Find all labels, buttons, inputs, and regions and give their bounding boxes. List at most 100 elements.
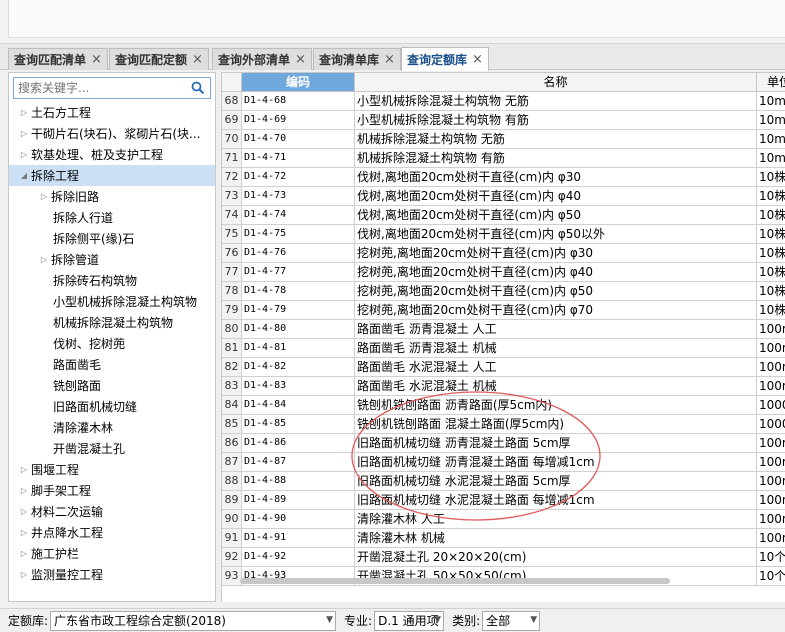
tree-item[interactable]: ▷ 软基处理、桩及支护工程 bbox=[9, 144, 215, 165]
table-row[interactable]: 70D1-4-70机械拆除混凝土构筑物 无筋10m3 bbox=[222, 130, 785, 149]
collapsed-arrow-icon[interactable]: ▷ bbox=[17, 528, 31, 537]
table-row[interactable]: 91D1-4-91清除灌木林 机械100m2 bbox=[222, 529, 785, 548]
table-row[interactable]: 78 D1-4-78 挖树蔸,离地面20cm处树干直径(cm)内 φ50 10株 bbox=[222, 282, 785, 301]
category-sidebar: ▷土石方工程▷干砌片石(块石)、浆砌片石(块...▷软基处理、桩及支护工程◢拆除… bbox=[8, 72, 216, 602]
tree-item[interactable]: 铣刨路面 bbox=[9, 375, 215, 396]
table-row[interactable]: 76 D1-4-76 挖树蔸,离地面20cm处树干直径(cm)内 φ30 10株 bbox=[222, 244, 785, 263]
code-cell: D1-4-85 bbox=[242, 415, 355, 434]
search-icon[interactable] bbox=[190, 80, 206, 96]
tree-item[interactable]: ▷ 拆除管道 bbox=[9, 249, 215, 270]
tab-1[interactable]: 查询匹配清单 × bbox=[8, 48, 108, 70]
unit-cell: 10m3 bbox=[757, 111, 785, 130]
table-row[interactable]: 88D1-4-88旧路面机械切缝 水泥混凝土路面 5cm厚100m bbox=[222, 472, 785, 491]
table-row[interactable]: 69D1-4-69小型机械拆除混凝土构筑物 有筋10m3 bbox=[222, 111, 785, 130]
tree-item[interactable]: ▷ 干砌片石(块石)、浆砌片石(块... bbox=[9, 123, 215, 144]
table-row[interactable]: 72 D1-4-72 伐树,离地面20cm处树干直径(cm)内 φ30 10株 bbox=[222, 168, 785, 187]
chevron-down-icon[interactable]: ▼ bbox=[530, 615, 537, 625]
collapsed-arrow-icon[interactable]: ▷ bbox=[17, 465, 31, 474]
collapsed-arrow-icon[interactable]: ▷ bbox=[37, 255, 51, 264]
collapsed-arrow-icon[interactable]: ▷ bbox=[37, 192, 51, 201]
expanded-arrow-icon[interactable]: ◢ bbox=[17, 171, 31, 180]
tree-item-label: 开凿混凝土孔 bbox=[53, 442, 126, 456]
tree-item[interactable]: 拆除砖石构筑物 bbox=[9, 270, 215, 291]
collapsed-arrow-icon[interactable]: ▷ bbox=[17, 570, 31, 579]
tree-item[interactable]: ▷ 材料二次运输 bbox=[9, 501, 215, 522]
collapsed-arrow-icon[interactable]: ▷ bbox=[17, 486, 31, 495]
collapsed-arrow-icon[interactable]: ▷ bbox=[17, 549, 31, 558]
table-row[interactable]: 80D1-4-80路面凿毛 沥青混凝土 人工100m2 bbox=[222, 320, 785, 339]
code-cell: D1-4-90 bbox=[242, 510, 355, 529]
unit-cell: 100m bbox=[757, 453, 785, 472]
tree-item[interactable]: ▷ 土石方工程 bbox=[9, 102, 215, 123]
horizontal-scrollbar[interactable] bbox=[240, 578, 670, 584]
table-row[interactable]: 90D1-4-90清除灌木林 人工100m2 bbox=[222, 510, 785, 529]
table-row[interactable]: 84D1-4-84铣刨机铣刨路面 沥青路面(厚5cm内)1000m2 bbox=[222, 396, 785, 415]
tree-item[interactable]: ▷ 围堰工程 bbox=[9, 459, 215, 480]
close-icon[interactable]: × bbox=[384, 52, 395, 67]
search-input[interactable] bbox=[14, 78, 184, 98]
library-select[interactable]: 广东省市政工程综合定额(2018) ▼ bbox=[50, 610, 337, 631]
tree-item[interactable]: 路面凿毛 bbox=[9, 354, 215, 375]
tree-item[interactable]: ◢ 拆除工程 bbox=[9, 165, 215, 186]
tree-item[interactable]: ▷ 施工护栏 bbox=[9, 543, 215, 564]
unit-cell: 10株 bbox=[757, 282, 785, 301]
tab-5[interactable]: 查询定额库 × bbox=[401, 47, 489, 71]
tree-item[interactable]: 拆除侧平(缘)石 bbox=[9, 228, 215, 249]
header-unit[interactable]: 单位 bbox=[757, 73, 785, 92]
collapsed-arrow-icon[interactable]: ▷ bbox=[17, 108, 31, 117]
tree-item[interactable]: 拆除人行道 bbox=[9, 207, 215, 228]
table-row[interactable]: 86D1-4-86旧路面机械切缝 沥青混凝土路面 5cm厚100m bbox=[222, 434, 785, 453]
library-label: 定额库: bbox=[8, 614, 49, 628]
table-row[interactable]: 89D1-4-89旧路面机械切缝 水泥混凝土路面 每增减1cm100m bbox=[222, 491, 785, 510]
tree-item-label: 拆除砖石构筑物 bbox=[53, 274, 138, 288]
tree-item[interactable]: ▷ 监测量控工程 bbox=[9, 564, 215, 585]
tab-3[interactable]: 查询外部清单 × bbox=[212, 48, 312, 70]
toolbar-panel bbox=[8, 0, 785, 38]
row-number: 81 bbox=[222, 339, 242, 358]
table-row[interactable]: 75 D1-4-75 伐树,离地面20cm处树干直径(cm)内 φ50以外 10株 bbox=[222, 225, 785, 244]
table-row[interactable]: 73 D1-4-73 伐树,离地面20cm处树干直径(cm)内 φ40 10株 bbox=[222, 187, 785, 206]
tree-item[interactable]: 开凿混凝土孔 bbox=[9, 438, 215, 459]
table-row[interactable]: 92 D1-4-92 开凿混凝土孔 20×20×20(cm) 10个 bbox=[222, 548, 785, 567]
tree-item[interactable]: 清除灌木林 bbox=[9, 417, 215, 438]
table-row[interactable]: 71D1-4-71机械拆除混凝土构筑物 有筋10m3 bbox=[222, 149, 785, 168]
code-cell: D1-4-70 bbox=[242, 130, 355, 149]
tree-item[interactable]: ▷ 井点降水工程 bbox=[9, 522, 215, 543]
category-select[interactable]: 全部 ▼ bbox=[482, 610, 541, 631]
chevron-down-icon[interactable]: ▼ bbox=[326, 615, 333, 625]
table-row[interactable]: 85D1-4-85铣刨机铣刨路面 混凝土路面(厚5cm内)1000m2 bbox=[222, 415, 785, 434]
tree-item[interactable]: 旧路面机械切缝 bbox=[9, 396, 215, 417]
specialty-select[interactable]: D.1 通用项 ▼ bbox=[374, 610, 445, 631]
table-row[interactable]: 82D1-4-82路面凿毛 水泥混凝土 人工100m2 bbox=[222, 358, 785, 377]
header-name[interactable]: 名称 bbox=[355, 73, 757, 92]
header-code[interactable]: 编码 bbox=[242, 73, 355, 92]
table-row[interactable]: 81D1-4-81路面凿毛 沥青混凝土 机械100m2 bbox=[222, 339, 785, 358]
unit-cell: 10m3 bbox=[757, 149, 785, 168]
tree-item[interactable]: 伐树、挖树蔸 bbox=[9, 333, 215, 354]
tree-item-label: 小型机械拆除混凝土构筑物 bbox=[53, 295, 198, 309]
table-row[interactable]: 68D1-4-68小型机械拆除混凝土构筑物 无筋10m3 bbox=[222, 92, 785, 111]
table-row[interactable]: 83D1-4-83路面凿毛 水泥混凝土 机械100m2 bbox=[222, 377, 785, 396]
unit-cell: 10m3 bbox=[757, 130, 785, 149]
collapsed-arrow-icon[interactable]: ▷ bbox=[17, 507, 31, 516]
close-icon[interactable]: × bbox=[472, 52, 483, 67]
table-row[interactable]: 77 D1-4-77 挖树蔸,离地面20cm处树干直径(cm)内 φ40 10株 bbox=[222, 263, 785, 282]
table-row[interactable]: 87D1-4-87旧路面机械切缝 沥青混凝土路面 每增减1cm100m bbox=[222, 453, 785, 472]
tree-item-label: 拆除工程 bbox=[31, 169, 80, 183]
table-row[interactable]: 74 D1-4-74 伐树,离地面20cm处树干直径(cm)内 φ50 10株 bbox=[222, 206, 785, 225]
chevron-down-icon[interactable]: ▼ bbox=[434, 615, 441, 625]
tab-4[interactable]: 查询清单库 × bbox=[313, 48, 401, 70]
collapsed-arrow-icon[interactable]: ▷ bbox=[17, 129, 31, 138]
tab-label: 查询定额库 bbox=[407, 53, 468, 67]
search-box[interactable] bbox=[13, 77, 211, 99]
table-row[interactable]: 79 D1-4-79 挖树蔸,离地面20cm处树干直径(cm)内 φ70 10株 bbox=[222, 301, 785, 320]
close-icon[interactable]: × bbox=[295, 52, 306, 67]
close-icon[interactable]: × bbox=[192, 52, 203, 67]
collapsed-arrow-icon[interactable]: ▷ bbox=[17, 150, 31, 159]
tree-item[interactable]: ▷ 脚手架工程 bbox=[9, 480, 215, 501]
tab-2[interactable]: 查询匹配定额 × bbox=[109, 48, 209, 70]
tree-item[interactable]: 机械拆除混凝土构筑物 bbox=[9, 312, 215, 333]
tree-item[interactable]: 小型机械拆除混凝土构筑物 bbox=[9, 291, 215, 312]
close-icon[interactable]: × bbox=[91, 52, 102, 67]
tree-item[interactable]: ▷ 拆除旧路 bbox=[9, 186, 215, 207]
